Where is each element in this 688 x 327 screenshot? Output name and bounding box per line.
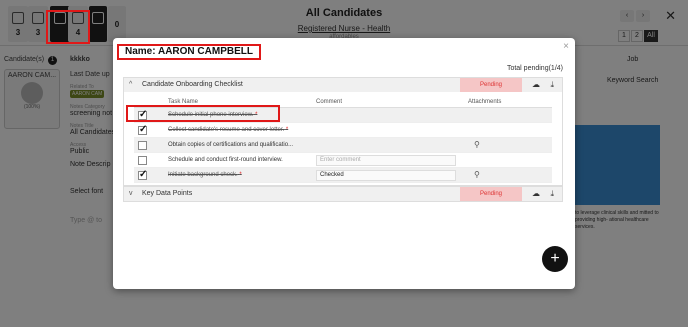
task-name: Schedule and conduct first-round intervi…	[168, 157, 283, 163]
task-checkbox[interactable]	[138, 156, 147, 165]
column-attachments: Attachments	[468, 99, 502, 105]
table-row: Schedule and conduct first-round intervi…	[134, 153, 552, 168]
comment-input[interactable]: Enter comment	[316, 155, 456, 166]
task-name: Collect candidate's resume and cover let…	[168, 127, 289, 133]
key-data-section: v Key Data Points Pending ☁ ⤓	[123, 186, 563, 202]
highlight-box-counter	[46, 10, 90, 44]
key-data-title: Key Data Points	[142, 190, 193, 197]
paperclip-icon[interactable]: ⚲	[474, 140, 480, 149]
task-name: Initiate background check. *	[168, 172, 242, 178]
table-row: Collect candidate's resume and cover let…	[134, 123, 552, 138]
table-row: Obtain copies of certifications and qual…	[134, 138, 552, 153]
task-checkbox[interactable]	[138, 141, 147, 150]
chevron-down-icon[interactable]: v	[129, 187, 133, 201]
upload-icon[interactable]: ☁	[532, 187, 540, 201]
add-button[interactable]: +	[542, 246, 568, 272]
column-comment: Comment	[316, 99, 343, 105]
download-icon[interactable]: ⤓	[550, 78, 554, 92]
status-badge: Pending	[460, 187, 522, 201]
checklist-section-header[interactable]: ^ Candidate Onboarding Checklist Pending…	[124, 78, 562, 92]
download-icon[interactable]: ⤓	[550, 187, 554, 201]
status-badge: Pending	[460, 78, 522, 92]
key-data-section-header[interactable]: v Key Data Points Pending ☁ ⤓	[124, 187, 562, 201]
table-row: Initiate background check. * Checked ⚲	[134, 168, 552, 183]
checklist-title: Candidate Onboarding Checklist	[142, 81, 243, 88]
paperclip-icon[interactable]: ⚲	[474, 170, 480, 179]
candidate-name-heading: Name: AARON CAMPBELL	[117, 44, 261, 60]
highlight-box-task	[126, 105, 280, 122]
checklist-section: ^ Candidate Onboarding Checklist Pending…	[123, 77, 563, 186]
upload-icon[interactable]: ☁	[532, 78, 540, 92]
close-icon[interactable]: ×	[563, 41, 569, 52]
task-name: Obtain copies of certifications and qual…	[168, 142, 294, 148]
onboarding-modal: Name: AARON CAMPBELL × Total pending(1/4…	[113, 38, 575, 289]
chevron-up-icon[interactable]: ^	[129, 78, 132, 92]
task-checkbox[interactable]	[138, 169, 147, 180]
total-pending: Total pending(1/4)	[506, 65, 563, 72]
comment-input[interactable]: Checked	[316, 170, 456, 181]
task-checkbox[interactable]	[138, 124, 147, 135]
